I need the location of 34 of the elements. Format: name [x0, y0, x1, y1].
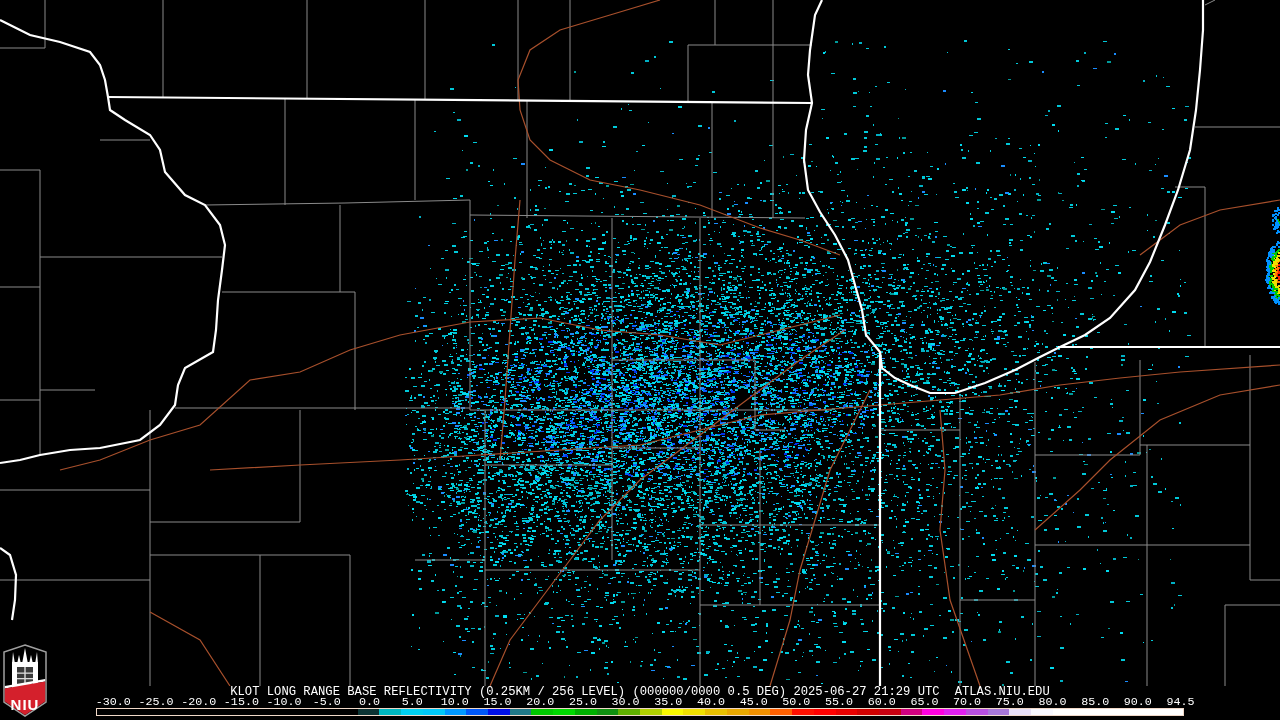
- storm-echo-cell: [1265, 241, 1280, 305]
- shield-logo-icon: [3, 644, 47, 717]
- source-url: ATLAS.NIU.EDU: [954, 685, 1050, 699]
- scale-label: 65.0: [909, 697, 940, 709]
- storm-echo-cell: [1272, 207, 1280, 234]
- scale-label: -20.0: [180, 697, 218, 709]
- scale-label: 35.0: [654, 697, 683, 709]
- scale-label: -5.0: [311, 697, 342, 709]
- scale-label: 90.0: [1122, 697, 1153, 709]
- product-caption: KLOT LONG RANGE BASE REFLECTIVITY (0.25KM / 256 LEVEL) (000000/0000 0.5 DEG) 2025-06-27 21:29 UTC: [230, 685, 940, 699]
- county-boundary: [1204, 0, 1216, 6]
- scale-label: 55.0: [824, 697, 855, 709]
- scale-label: 15.0: [483, 697, 512, 709]
- scale-label: 85.0: [1080, 697, 1111, 709]
- scale-label: 10.0: [439, 697, 470, 709]
- scale-label: -10.0: [265, 697, 303, 709]
- scale-label: 94.5: [1165, 697, 1196, 709]
- scale-label: 5.0: [400, 697, 424, 709]
- scale-label: 70.0: [952, 697, 983, 709]
- county-boundary: [0, 0, 46, 49]
- scale-label: 25.0: [567, 697, 597, 709]
- scale-label: 20.0: [526, 697, 556, 709]
- scale-label: 80.0: [1037, 697, 1068, 709]
- scale-label: -30.0: [94, 697, 132, 709]
- scale-label: -15.0: [222, 697, 260, 709]
- scale-label: 50.0: [782, 697, 812, 709]
- logo-text: NIU: [9, 697, 41, 712]
- scale-label: 30.0: [611, 697, 640, 709]
- scale-label: 0.0: [357, 697, 381, 709]
- scale-label: -25.0: [137, 697, 175, 709]
- scale-label: 45.0: [738, 697, 768, 709]
- scale-label: 75.0: [994, 697, 1025, 709]
- scale-label: 40.0: [696, 697, 726, 709]
- scale-label: 60.0: [866, 697, 897, 709]
